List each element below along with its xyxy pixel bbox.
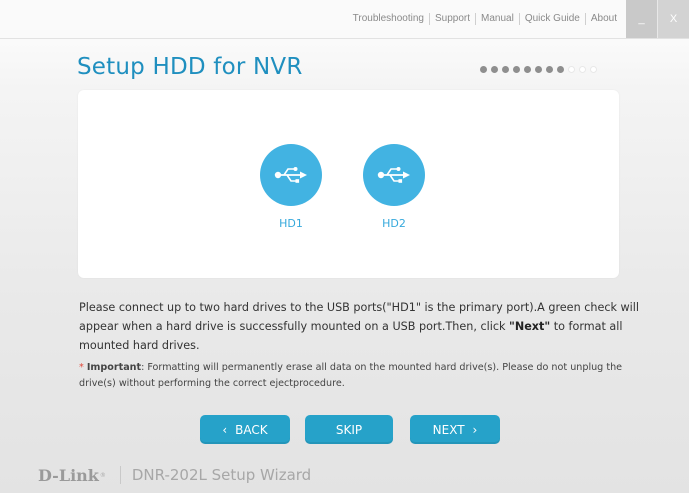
progress-dot-complete	[502, 66, 509, 73]
required-star-icon: *	[79, 362, 84, 373]
next-keyword: "Next"	[509, 320, 551, 333]
progress-dot-complete	[535, 66, 542, 73]
header-links: Troubleshooting Support Manual Quick Gui…	[348, 12, 622, 26]
drive-label: HD1	[279, 217, 303, 230]
skip-button[interactable]: SKIP	[305, 415, 393, 444]
footer-divider	[119, 466, 121, 484]
progress-dot-complete	[524, 66, 531, 73]
dlink-logo: D-Link	[38, 465, 99, 485]
footer: D-Link ® DNR-202L Setup Wizard	[38, 464, 311, 486]
window-controls: _ X	[626, 0, 689, 38]
usb-icon	[260, 144, 322, 206]
manual-link[interactable]: Manual	[475, 13, 519, 25]
skip-button-label: SKIP	[335, 422, 363, 437]
minimize-icon: _	[638, 13, 645, 25]
back-button-label: BACK	[235, 422, 268, 437]
step-progress-indicator	[480, 66, 601, 73]
minimize-button[interactable]: _	[626, 0, 658, 38]
progress-dot-complete	[546, 66, 553, 73]
usb-icon	[363, 144, 425, 206]
drive-hd1: HD1	[260, 144, 322, 230]
drive-panel: HD1 HD2	[78, 90, 619, 278]
support-link[interactable]: Support	[428, 13, 475, 25]
about-link[interactable]: About	[584, 13, 622, 25]
important-text: : Formatting will permanently erase all …	[79, 362, 623, 389]
registered-mark-icon: ®	[99, 471, 106, 479]
page-title: Setup HDD for NVR	[77, 54, 303, 80]
troubleshooting-link[interactable]: Troubleshooting	[348, 13, 429, 25]
important-note: * Important: Formatting will permanently…	[79, 360, 649, 391]
progress-dot-pending	[568, 66, 575, 73]
close-button[interactable]: X	[658, 0, 689, 38]
progress-dot-complete	[557, 66, 564, 73]
drive-hd2: HD2	[363, 144, 425, 230]
chevron-right-icon: ›	[472, 422, 478, 437]
quick-guide-link[interactable]: Quick Guide	[518, 13, 585, 25]
progress-dot-complete	[513, 66, 520, 73]
progress-dot-pending	[579, 66, 586, 73]
instructions-text: Please connect up to two hard drives to …	[79, 298, 639, 355]
progress-dot-pending	[590, 66, 597, 73]
next-button-label: NEXT	[432, 422, 465, 437]
product-name: DNR-202L Setup Wizard	[131, 466, 312, 484]
important-label: Important	[86, 362, 142, 373]
chevron-left-icon: ‹	[222, 422, 228, 437]
drive-label: HD2	[382, 217, 406, 230]
progress-dot-complete	[480, 66, 487, 73]
next-button[interactable]: NEXT ›	[410, 415, 500, 444]
close-icon: X	[669, 13, 678, 25]
title-bar: Troubleshooting Support Manual Quick Gui…	[0, 0, 689, 39]
back-button[interactable]: ‹ BACK	[200, 415, 290, 444]
progress-dot-complete	[491, 66, 498, 73]
